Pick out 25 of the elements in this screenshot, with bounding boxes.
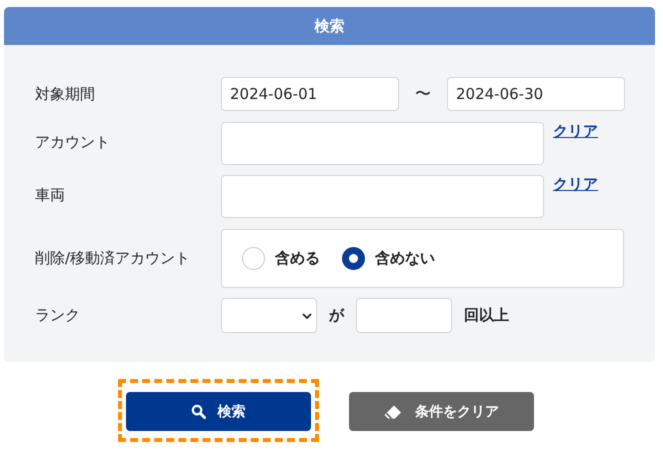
field-label: アカウント xyxy=(35,132,111,152)
radio-label[interactable]: 含める xyxy=(275,249,320,268)
clear-link[interactable]: クリア xyxy=(553,175,598,194)
radio-button[interactable] xyxy=(342,247,365,270)
suffix-text: 回以上 xyxy=(464,306,509,325)
rank-select[interactable] xyxy=(221,298,317,333)
field-label: ランク xyxy=(35,306,81,325)
count-field[interactable] xyxy=(356,298,452,333)
range-separator: 〜 xyxy=(414,84,432,104)
eraser-icon xyxy=(383,404,403,420)
panel-title: 検索 xyxy=(4,7,655,45)
chevron-down-icon xyxy=(302,313,312,319)
radio-label[interactable]: 含めない xyxy=(375,249,435,268)
clear-link[interactable]: クリア xyxy=(553,122,598,141)
input-field[interactable] xyxy=(221,175,544,218)
particle-text: が xyxy=(329,306,344,325)
search-icon xyxy=(190,404,206,419)
input-field[interactable] xyxy=(221,122,544,165)
field-label: 削除/移動済アカウント xyxy=(35,249,192,268)
date-field[interactable]: 2024-06-30 xyxy=(447,77,625,111)
field-label: 対象期間 xyxy=(35,84,96,104)
search-button[interactable]: 検索 xyxy=(126,392,310,431)
clear-conditions-button[interactable]: 条件をクリア xyxy=(348,392,534,431)
date-field[interactable]: 2024-06-01 xyxy=(221,77,399,111)
field-label: 車両 xyxy=(35,185,66,205)
